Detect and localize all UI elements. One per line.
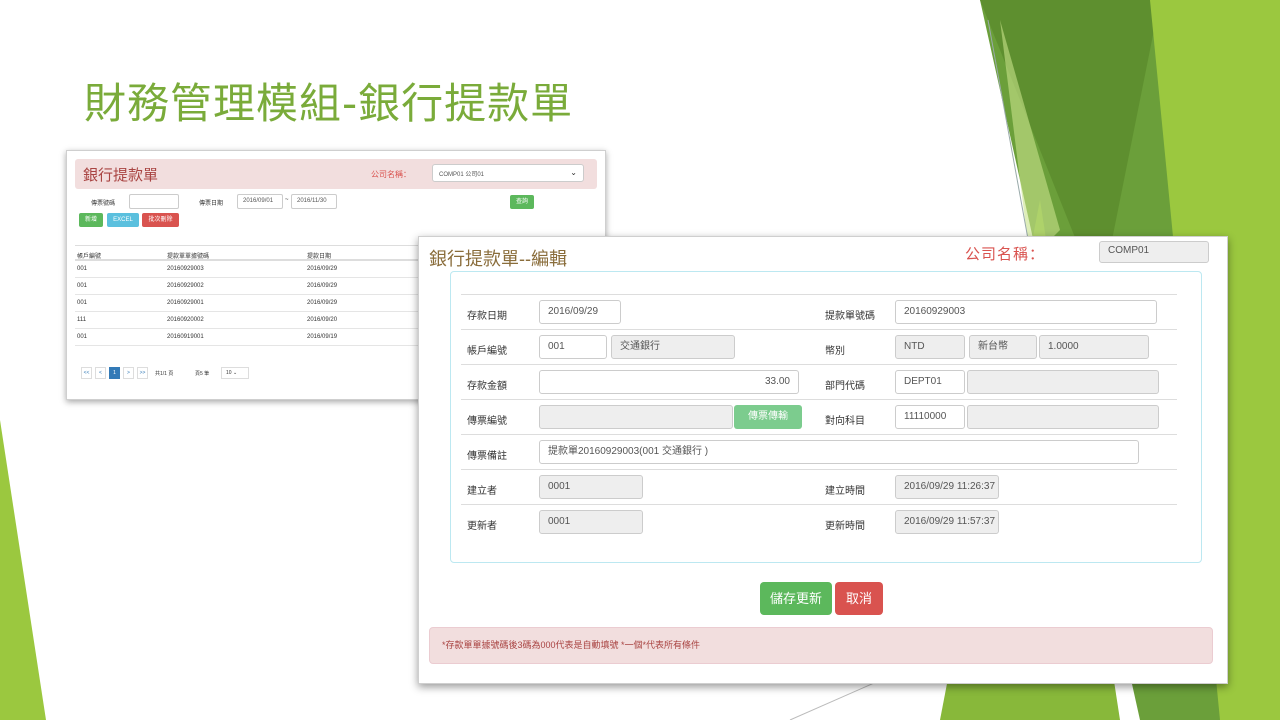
created-at-field: 2016/09/29 11:26:37 bbox=[895, 475, 999, 499]
add-button[interactable]: 新增 bbox=[79, 213, 103, 227]
dept-name-field bbox=[967, 370, 1159, 394]
dept-label: 部門代碼 bbox=[825, 381, 865, 392]
creator-field: 0001 bbox=[539, 475, 643, 499]
deposit-date-label: 存款日期 bbox=[467, 311, 507, 322]
contra-account-name-field bbox=[967, 405, 1159, 429]
last-page-button[interactable]: >> bbox=[137, 367, 148, 379]
voucher-no-input[interactable] bbox=[129, 194, 179, 209]
page-size-select[interactable]: 10 ⌄ bbox=[221, 367, 249, 379]
form-row: 傳票備註 提款單20160929003(001 交通銀行 ) bbox=[461, 434, 1177, 469]
account-cell: 001 bbox=[77, 334, 88, 340]
date-from-input[interactable]: 2016/09/01 bbox=[237, 194, 283, 209]
save-update-button[interactable]: 儲存更新 bbox=[760, 582, 832, 615]
first-page-button[interactable]: << bbox=[81, 367, 92, 379]
withdraw-no-label: 提款單號碼 bbox=[825, 311, 875, 322]
slide: 財務管理模組-銀行提款單 銀行提款單 公司名稱： COMP01 公司01 ⌄ 傳… bbox=[0, 0, 1280, 720]
page-size-label: 頁5 筆 bbox=[195, 371, 210, 377]
bank-name-field: 交通銀行 bbox=[611, 335, 735, 359]
form-row: 傳票編號 傳票傳輸 對向科目 11110000 bbox=[461, 399, 1177, 434]
column-header: 帳戶編號 bbox=[77, 254, 102, 260]
updated-at-label: 更新時間 bbox=[825, 521, 865, 532]
currency-code-field: NTD bbox=[895, 335, 965, 359]
account-cell: 111 bbox=[77, 317, 87, 323]
company-field[interactable]: COMP01 bbox=[1099, 241, 1209, 263]
currency-name-field: 新台幣 bbox=[969, 335, 1037, 359]
form-row: 存款日期 2016/09/29 提款單號碼 20160929003 bbox=[461, 294, 1177, 329]
column-header: 提款日期 bbox=[307, 254, 332, 260]
excel-button[interactable]: EXCEL bbox=[107, 213, 139, 227]
chevron-down-icon: ⌄ bbox=[570, 168, 577, 177]
voucher-transfer-button[interactable]: 傳票傳輸 bbox=[734, 405, 802, 429]
amount-field[interactable]: 33.00 bbox=[539, 370, 799, 394]
form-row: 存款金額 33.00 部門代碼 DEPT01 bbox=[461, 364, 1177, 399]
number-cell: 20160919001 bbox=[167, 334, 204, 340]
account-cell: 001 bbox=[77, 300, 88, 306]
updated-at-field: 2016/09/29 11:57:37 bbox=[895, 510, 999, 534]
form-row: 更新者 0001 更新時間 2016/09/29 11:57:37 bbox=[461, 504, 1177, 539]
withdraw-no-field[interactable]: 20160929003 bbox=[895, 300, 1157, 324]
cancel-button[interactable]: 取消 bbox=[835, 582, 883, 615]
page-size-value: 10 bbox=[226, 370, 232, 376]
number-cell: 20160929003 bbox=[167, 266, 204, 272]
account-no-label: 帳戶編號 bbox=[467, 346, 507, 357]
voucher-memo-field[interactable]: 提款單20160929003(001 交通銀行 ) bbox=[539, 440, 1139, 464]
updater-field: 0001 bbox=[539, 510, 643, 534]
date-separator: ~ bbox=[285, 197, 289, 203]
exchange-rate-field: 1.0000 bbox=[1039, 335, 1149, 359]
date-to-input[interactable]: 2016/11/30 bbox=[291, 194, 337, 209]
amount-label: 存款金額 bbox=[467, 381, 507, 392]
account-no-field[interactable]: 001 bbox=[539, 335, 607, 359]
form-row: 帳戶編號 001 交通銀行 幣別 NTD 新台幣 1.0000 bbox=[461, 329, 1177, 364]
number-cell: 20160929002 bbox=[167, 283, 204, 289]
currency-label: 幣別 bbox=[825, 346, 845, 357]
company-select[interactable]: COMP01 公司01 ⌄ bbox=[432, 164, 584, 182]
date-cell: 2016/09/29 bbox=[307, 266, 338, 272]
search-button[interactable]: 查詢 bbox=[510, 195, 534, 209]
date-cell: 2016/09/29 bbox=[307, 300, 338, 306]
form-row: 建立者 0001 建立時間 2016/09/29 11:26:37 bbox=[461, 469, 1177, 504]
voucher-no-label: 傳票號碼 bbox=[91, 201, 116, 207]
date-cell: 2016/09/19 bbox=[307, 334, 338, 340]
contra-account-label: 對向科目 bbox=[825, 416, 865, 427]
date-cell: 2016/09/29 bbox=[307, 283, 338, 289]
page-1-button[interactable]: 1 bbox=[109, 367, 120, 379]
deposit-date-field[interactable]: 2016/09/29 bbox=[539, 300, 621, 324]
updater-label: 更新者 bbox=[467, 521, 497, 532]
dept-code-field[interactable]: DEPT01 bbox=[895, 370, 965, 394]
created-at-label: 建立時間 bbox=[825, 486, 865, 497]
company-label: 公司名稱： bbox=[965, 246, 1046, 263]
creator-label: 建立者 bbox=[467, 486, 497, 497]
prev-page-button[interactable]: < bbox=[95, 367, 106, 379]
total-pages: 共1/1 頁 bbox=[155, 371, 174, 377]
number-cell: 20160929001 bbox=[167, 300, 204, 306]
date-cell: 2016/09/20 bbox=[307, 317, 338, 323]
list-title: 銀行提款單 bbox=[83, 167, 159, 184]
edit-form-panel: 存款日期 2016/09/29 提款單號碼 20160929003 帳戶編號 0… bbox=[450, 271, 1202, 563]
withdrawal-edit-window: 銀行提款單--編輯 公司名稱： COMP01 存款日期 2016/09/29 提… bbox=[418, 236, 1228, 684]
company-select-value: COMP01 公司01 bbox=[439, 172, 485, 178]
company-label: 公司名稱： bbox=[371, 170, 411, 179]
column-header: 提款單單據號碼 bbox=[167, 254, 210, 260]
account-cell: 001 bbox=[77, 283, 88, 289]
list-header: 銀行提款單 公司名稱： COMP01 公司01 ⌄ bbox=[75, 159, 597, 189]
slide-title: 財務管理模組-銀行提款單 bbox=[84, 79, 574, 128]
number-cell: 20160920002 bbox=[167, 317, 204, 323]
voucher-no-label: 傳票編號 bbox=[467, 416, 507, 427]
batch-delete-button[interactable]: 批次刪除 bbox=[142, 213, 179, 227]
edit-title: 銀行提款單--編輯 bbox=[429, 249, 567, 269]
voucher-no-field bbox=[539, 405, 733, 429]
voucher-date-label: 傳票日期 bbox=[199, 201, 224, 207]
contra-account-field[interactable]: 11110000 bbox=[895, 405, 965, 429]
voucher-memo-label: 傳票備註 bbox=[467, 451, 507, 462]
note-alert: *存款單單據號碼後3碼為000代表是自動填號 *一個*代表所有條件 bbox=[429, 627, 1213, 664]
next-page-button[interactable]: > bbox=[123, 367, 134, 379]
account-cell: 001 bbox=[77, 266, 88, 272]
